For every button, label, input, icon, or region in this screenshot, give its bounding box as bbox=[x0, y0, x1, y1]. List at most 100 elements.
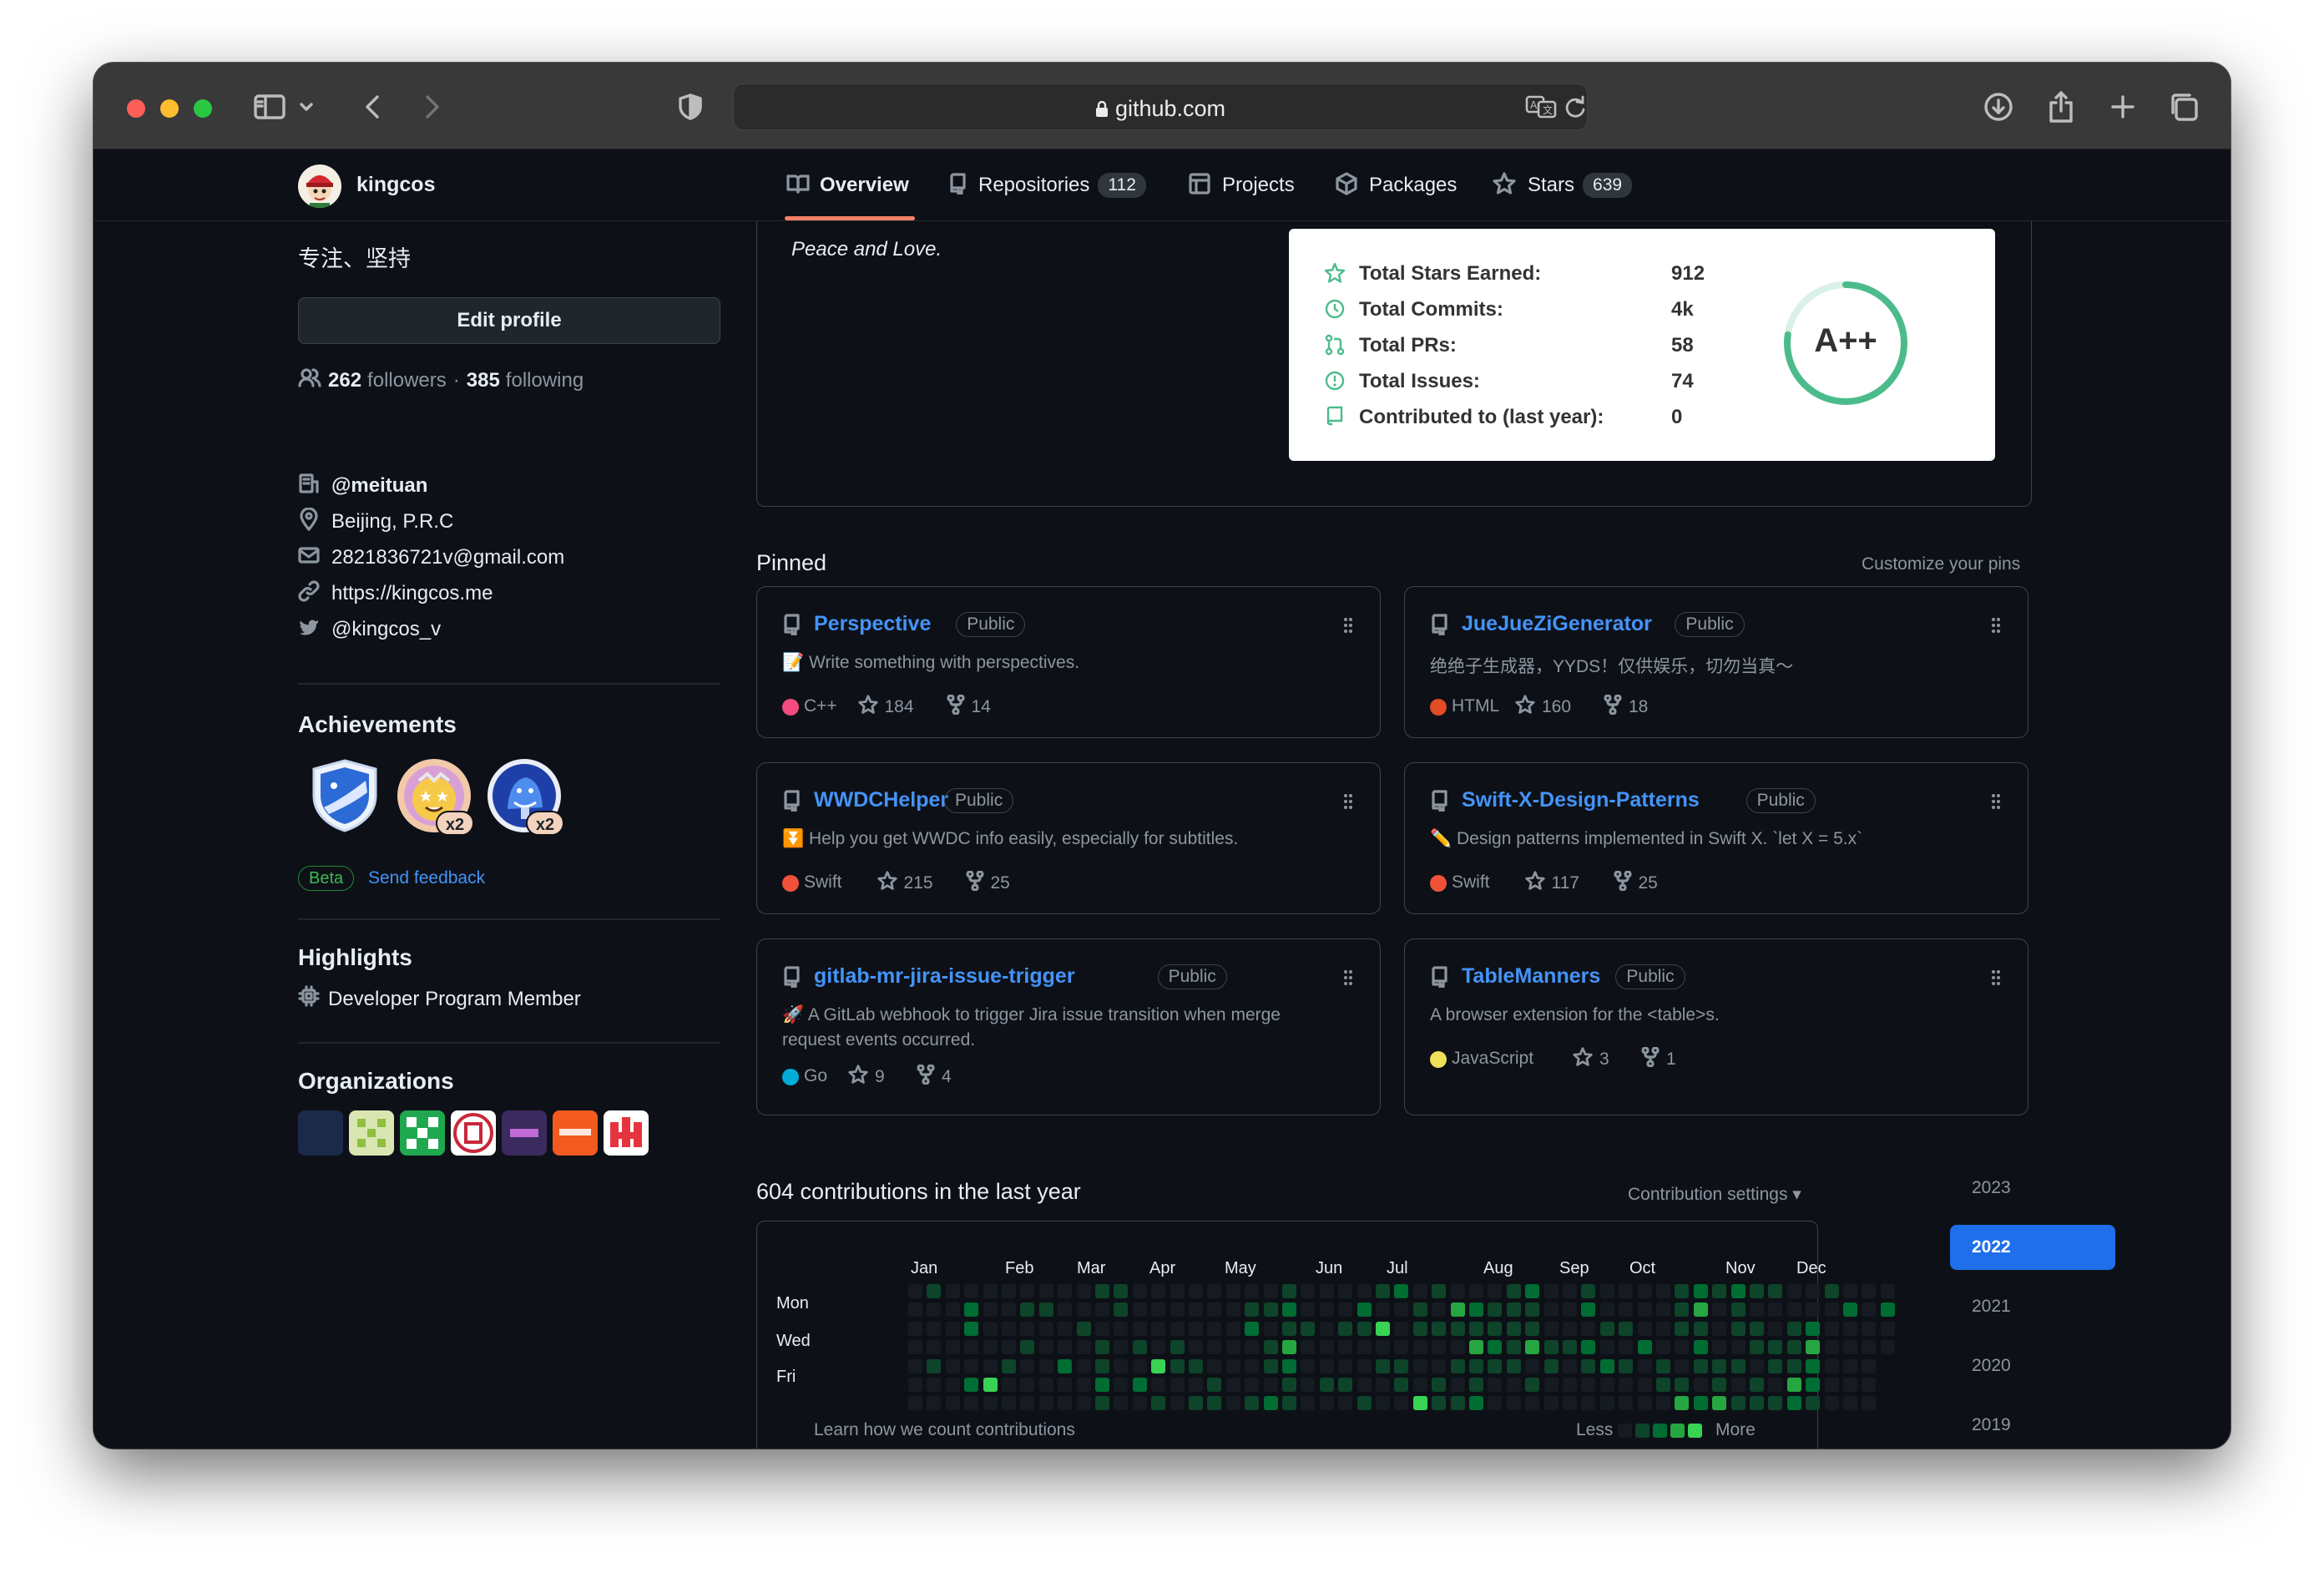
contribution-day[interactable] bbox=[1058, 1396, 1073, 1411]
contribution-day[interactable] bbox=[1319, 1340, 1334, 1355]
contribution-day[interactable] bbox=[1730, 1284, 1746, 1298]
contribution-day[interactable] bbox=[1619, 1378, 1634, 1392]
contribution-day[interactable] bbox=[1543, 1340, 1559, 1355]
drag-handle-icon[interactable] bbox=[1343, 969, 1353, 990]
contribution-day[interactable] bbox=[1506, 1302, 1521, 1318]
contribution-day[interactable] bbox=[1730, 1321, 1746, 1336]
contribution-day[interactable] bbox=[1412, 1340, 1427, 1355]
contribution-day[interactable] bbox=[964, 1284, 979, 1298]
contribution-day[interactable] bbox=[1488, 1378, 1503, 1392]
contribution-day[interactable] bbox=[964, 1358, 979, 1373]
contribution-day[interactable] bbox=[1693, 1396, 1708, 1411]
contribution-day[interactable] bbox=[1563, 1378, 1577, 1392]
contribution-day[interactable] bbox=[1245, 1284, 1260, 1298]
repo-name-link[interactable]: Swift-X-Design-Patterns bbox=[1462, 788, 1700, 812]
repo-stars-link[interactable]: 3 bbox=[1573, 1047, 1609, 1071]
followers-label[interactable]: followers bbox=[367, 369, 447, 392]
contribution-day[interactable] bbox=[1581, 1302, 1596, 1318]
contribution-day[interactable] bbox=[1319, 1358, 1334, 1373]
contribution-day[interactable] bbox=[1730, 1358, 1746, 1373]
contribution-day[interactable] bbox=[1843, 1340, 1857, 1355]
org-avatar[interactable] bbox=[349, 1110, 394, 1156]
contribution-day[interactable] bbox=[1319, 1321, 1334, 1336]
contribution-day[interactable] bbox=[1599, 1396, 1614, 1411]
contribution-day[interactable] bbox=[1076, 1358, 1091, 1373]
contribution-day[interactable] bbox=[983, 1302, 998, 1318]
contribution-day[interactable] bbox=[1114, 1358, 1129, 1373]
contribution-day[interactable] bbox=[1450, 1302, 1465, 1318]
contribution-day[interactable] bbox=[1114, 1340, 1129, 1355]
drag-handle-icon[interactable] bbox=[1991, 617, 2001, 638]
sidebar-icon[interactable] bbox=[252, 88, 287, 126]
repo-stars-link[interactable]: 215 bbox=[877, 871, 933, 895]
download-icon[interactable] bbox=[1983, 88, 2013, 126]
contribution-day[interactable] bbox=[1076, 1378, 1091, 1392]
translate-icon[interactable]: A文 bbox=[1525, 94, 1557, 124]
contribution-day[interactable] bbox=[1338, 1321, 1353, 1336]
contribution-day[interactable] bbox=[1301, 1340, 1316, 1355]
contribution-day[interactable] bbox=[1637, 1378, 1652, 1392]
contribution-day[interactable] bbox=[1862, 1302, 1877, 1318]
customize-pins-link[interactable]: Customize your pins bbox=[1862, 554, 2020, 574]
contribution-day[interactable] bbox=[1357, 1284, 1372, 1298]
contribution-day[interactable] bbox=[1225, 1358, 1240, 1373]
contribution-day[interactable] bbox=[1806, 1284, 1821, 1298]
chevron-down-icon[interactable] bbox=[299, 88, 314, 126]
contribution-day[interactable] bbox=[1786, 1284, 1801, 1298]
contribution-day[interactable] bbox=[1020, 1358, 1035, 1373]
contribution-day[interactable] bbox=[1862, 1284, 1877, 1298]
contribution-day[interactable] bbox=[1730, 1378, 1746, 1392]
contribution-day[interactable] bbox=[1750, 1378, 1764, 1392]
contribution-day[interactable] bbox=[1619, 1302, 1634, 1318]
contribution-day[interactable] bbox=[945, 1284, 960, 1298]
contribution-day[interactable] bbox=[1170, 1358, 1185, 1373]
contribution-day[interactable] bbox=[1768, 1378, 1783, 1392]
contribution-day[interactable] bbox=[1319, 1284, 1334, 1298]
contribution-day[interactable] bbox=[1002, 1321, 1016, 1336]
contribution-day[interactable] bbox=[1020, 1340, 1035, 1355]
contribution-day[interactable] bbox=[1619, 1340, 1634, 1355]
contribution-day[interactable] bbox=[1245, 1396, 1260, 1411]
contribution-day[interactable] bbox=[1132, 1321, 1147, 1336]
contribution-day[interactable] bbox=[1058, 1378, 1073, 1392]
repo-forks-link[interactable]: 25 bbox=[1613, 870, 1658, 895]
contribution-day[interactable] bbox=[1338, 1284, 1353, 1298]
contribution-day[interactable] bbox=[1002, 1340, 1016, 1355]
contribution-day[interactable] bbox=[1786, 1340, 1801, 1355]
contribution-day[interactable] bbox=[1693, 1302, 1708, 1318]
contribution-day[interactable] bbox=[1151, 1358, 1166, 1373]
contribution-day[interactable] bbox=[945, 1396, 960, 1411]
drag-handle-icon[interactable] bbox=[1991, 793, 2001, 814]
contribution-day[interactable] bbox=[1412, 1396, 1427, 1411]
drag-handle-icon[interactable] bbox=[1343, 617, 1353, 638]
contribution-day[interactable] bbox=[983, 1378, 998, 1392]
contribution-day[interactable] bbox=[1020, 1284, 1035, 1298]
contribution-day[interactable] bbox=[1656, 1358, 1670, 1373]
contribution-day[interactable] bbox=[1357, 1378, 1372, 1392]
contribution-day[interactable] bbox=[1581, 1284, 1596, 1298]
contribution-day[interactable] bbox=[1543, 1321, 1559, 1336]
detail-company-text[interactable]: @meituan bbox=[331, 474, 427, 498]
contribution-day[interactable] bbox=[1263, 1396, 1278, 1411]
repo-stars-link[interactable]: 117 bbox=[1524, 871, 1579, 895]
contribution-day[interactable] bbox=[1282, 1340, 1296, 1355]
contribution-day[interactable] bbox=[1786, 1321, 1801, 1336]
contribution-day[interactable] bbox=[1675, 1284, 1690, 1298]
contribution-day[interactable] bbox=[1263, 1321, 1278, 1336]
contribution-day[interactable] bbox=[1394, 1284, 1409, 1298]
contribution-day[interactable] bbox=[1394, 1378, 1409, 1392]
contribution-day[interactable] bbox=[1412, 1378, 1427, 1392]
contribution-day[interactable] bbox=[1525, 1284, 1540, 1298]
contribution-day[interactable] bbox=[1637, 1321, 1652, 1336]
contribution-day[interactable] bbox=[1843, 1284, 1857, 1298]
contribution-day[interactable] bbox=[1862, 1358, 1877, 1373]
contribution-day[interactable] bbox=[1095, 1396, 1109, 1411]
contribution-day[interactable] bbox=[1170, 1321, 1185, 1336]
contribution-day[interactable] bbox=[1432, 1396, 1447, 1411]
contribution-day[interactable] bbox=[1114, 1396, 1129, 1411]
contribution-day[interactable] bbox=[1432, 1302, 1447, 1318]
contribution-day[interactable] bbox=[945, 1302, 960, 1318]
contribution-day[interactable] bbox=[1750, 1302, 1764, 1318]
contribution-day[interactable] bbox=[1824, 1340, 1839, 1355]
contribution-day[interactable] bbox=[1693, 1378, 1708, 1392]
